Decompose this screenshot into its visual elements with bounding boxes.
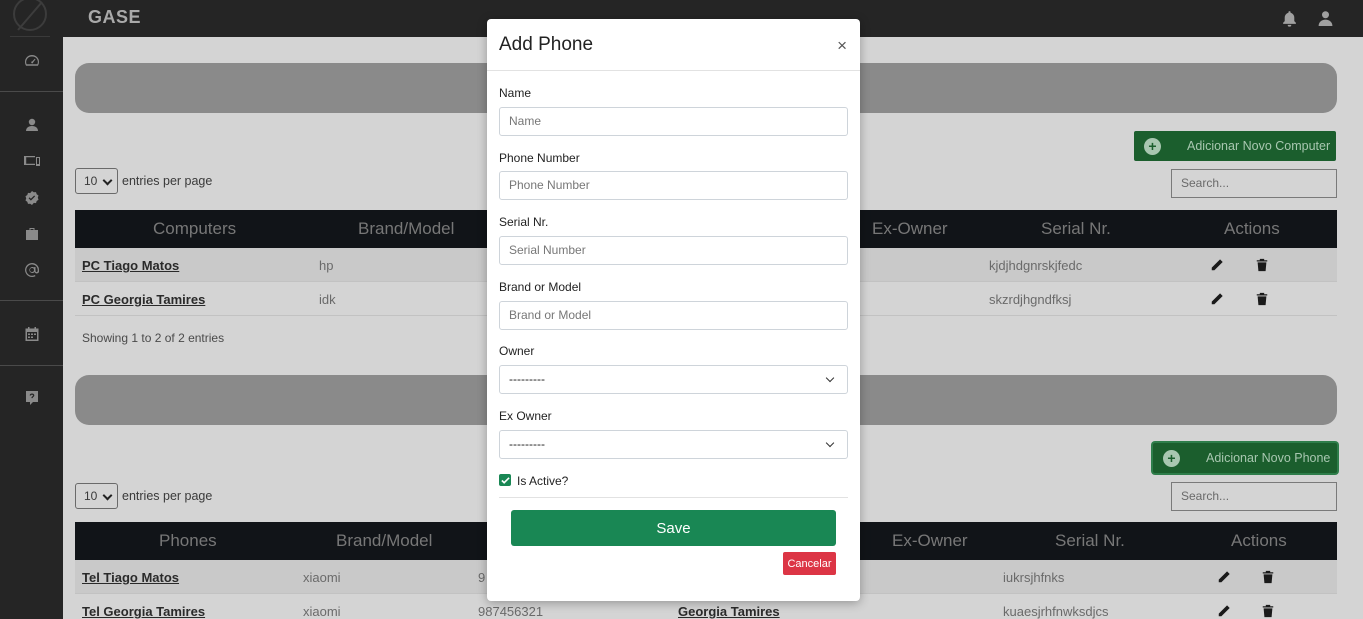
col-actions: Actions xyxy=(1224,219,1280,238)
phones-entries-control: 10 entries per page xyxy=(75,483,212,509)
is-active-label: Is Active? xyxy=(517,474,569,488)
add-phone-label: Adicionar Novo Phone xyxy=(1206,451,1331,465)
dashboard-icon[interactable] xyxy=(22,51,42,71)
row-serial: kuaesjrhfnwksdjcs xyxy=(1003,604,1109,619)
modal-title: Add Phone xyxy=(499,34,594,55)
briefcase-icon[interactable] xyxy=(22,224,42,244)
phone-number-input[interactable]: Phone Number xyxy=(499,171,848,200)
row-name-link[interactable]: PC Tiago Matos xyxy=(82,258,179,273)
row-number: 9 xyxy=(478,570,486,585)
brand-label: Brand or Model xyxy=(499,280,582,294)
bell-icon[interactable] xyxy=(1279,8,1299,28)
row-owner-link[interactable]: Georgia Tamires xyxy=(678,604,780,619)
row-brand: xiaomi xyxy=(303,604,341,619)
row-serial: kjdjhdgnrskjfedc xyxy=(989,258,1083,273)
user-icon[interactable] xyxy=(1315,8,1335,28)
serial-input[interactable]: Serial Number xyxy=(499,236,848,265)
row-name-link[interactable]: Tel Georgia Tamires xyxy=(82,604,205,619)
edit-icon[interactable] xyxy=(1210,292,1224,306)
col-serial[interactable]: Serial Nr. xyxy=(1041,219,1111,239)
row-name-link[interactable]: Tel Tiago Matos xyxy=(82,570,179,585)
phone-number-label: Phone Number xyxy=(499,151,580,165)
certificate-icon[interactable] xyxy=(22,188,42,208)
edit-icon[interactable] xyxy=(1217,570,1231,584)
edit-icon[interactable] xyxy=(1217,604,1231,618)
check-icon xyxy=(500,476,510,484)
entries-label: entries per page xyxy=(122,489,213,503)
trash-icon[interactable] xyxy=(1261,570,1275,584)
at-icon[interactable] xyxy=(22,260,42,280)
logo-icon xyxy=(10,0,50,37)
col-ex-owner[interactable]: Ex-Owner xyxy=(892,531,968,551)
owner-select[interactable]: --------- xyxy=(499,365,848,394)
col-computers[interactable]: Computers xyxy=(153,219,236,239)
col-ex-owner[interactable]: Ex-Owner xyxy=(872,219,948,239)
trash-icon[interactable] xyxy=(1255,292,1269,306)
modal-divider xyxy=(499,497,848,498)
help-icon[interactable] xyxy=(22,388,42,408)
calendar-icon[interactable] xyxy=(22,324,42,344)
col-brand-model[interactable]: Brand/Model xyxy=(358,219,454,239)
row-name-link[interactable]: PC Georgia Tamires xyxy=(82,292,205,307)
computers-search-input[interactable]: Search... xyxy=(1171,169,1337,198)
row-brand: idk xyxy=(319,292,336,307)
row-serial: iukrsjhfnks xyxy=(1003,570,1065,585)
entries-label: entries per page xyxy=(122,174,213,188)
add-phone-button[interactable]: + Adicionar Novo Phone xyxy=(1153,443,1337,473)
is-active-checkbox[interactable] xyxy=(499,474,511,486)
save-button[interactable]: Save xyxy=(511,510,836,546)
computers-entries-select[interactable]: 10 xyxy=(75,168,118,194)
computers-entries-control: 10 entries per page xyxy=(75,168,212,194)
ex-owner-label: Ex Owner xyxy=(499,409,552,423)
trash-icon[interactable] xyxy=(1261,604,1275,618)
devices-icon[interactable] xyxy=(22,151,42,171)
add-computer-button[interactable]: + Adicionar Novo Computer xyxy=(1134,131,1336,161)
plus-circle-icon: + xyxy=(1144,137,1161,155)
col-serial[interactable]: Serial Nr. xyxy=(1055,531,1125,551)
owner-label: Owner xyxy=(499,344,535,358)
col-actions: Actions xyxy=(1231,531,1287,550)
sidebar xyxy=(0,0,63,619)
col-phones[interactable]: Phones xyxy=(159,531,217,551)
close-icon[interactable]: × xyxy=(837,37,847,54)
add-computer-label: Adicionar Novo Computer xyxy=(1187,139,1331,153)
user-icon[interactable] xyxy=(22,115,42,135)
col-brand-model[interactable]: Brand/Model xyxy=(336,531,432,551)
row-brand: hp xyxy=(319,258,334,273)
add-phone-modal: Add Phone × Name Name Phone Number Phone… xyxy=(487,19,860,601)
brand-input[interactable]: Brand or Model xyxy=(499,301,848,330)
modal-header: Add Phone × xyxy=(487,19,860,71)
ex-owner-select[interactable]: --------- xyxy=(499,430,848,459)
trash-icon[interactable] xyxy=(1255,258,1269,272)
computers-table-info: Showing 1 to 2 of 2 entries xyxy=(82,331,225,345)
phones-search-input[interactable]: Search... xyxy=(1171,482,1337,511)
serial-label: Serial Nr. xyxy=(499,215,549,229)
name-label: Name xyxy=(499,86,532,100)
row-serial: skzrdjhgndfksj xyxy=(989,292,1072,307)
phones-entries-select[interactable]: 10 xyxy=(75,483,118,509)
cancel-button[interactable]: Cancelar xyxy=(783,552,836,575)
name-input[interactable]: Name xyxy=(499,107,848,136)
row-number: 987456321 xyxy=(478,604,544,619)
edit-icon[interactable] xyxy=(1210,258,1224,272)
brand-name[interactable]: GASE xyxy=(88,7,141,28)
row-brand: xiaomi xyxy=(303,570,341,585)
plus-circle-icon: + xyxy=(1163,449,1180,467)
